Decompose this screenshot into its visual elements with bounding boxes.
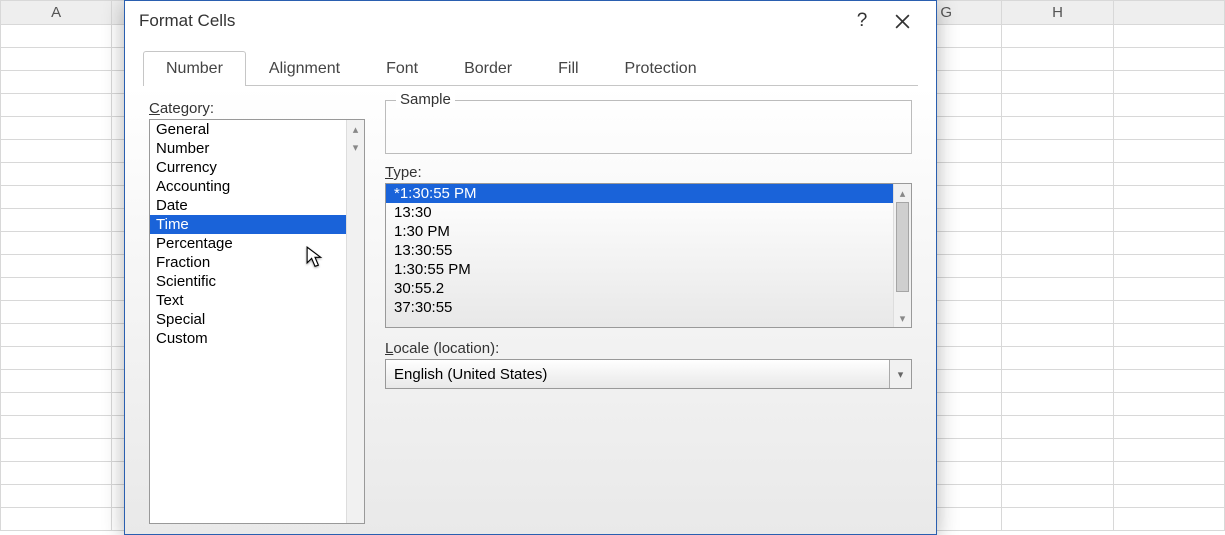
tab-protection[interactable]: Protection xyxy=(602,51,720,86)
dialog-titlebar[interactable]: Format Cells ? xyxy=(125,1,936,41)
type-item[interactable]: 1:30 PM xyxy=(386,222,893,241)
scroll-down-icon[interactable]: ▾ xyxy=(894,309,911,327)
close-icon[interactable] xyxy=(882,1,922,41)
category-item-accounting[interactable]: Accounting xyxy=(150,177,364,196)
scroll-up-icon[interactable]: ▴ xyxy=(894,184,911,202)
category-scrollbar[interactable]: ▴ ▾ xyxy=(346,120,364,523)
tab-number[interactable]: Number xyxy=(143,51,246,86)
scroll-up-icon[interactable]: ▴ xyxy=(347,120,364,138)
type-label: Type: xyxy=(385,164,912,181)
category-item-general[interactable]: General xyxy=(150,120,364,139)
type-item[interactable]: 1:30:55 PM xyxy=(386,260,893,279)
sample-box: Sample xyxy=(385,100,912,154)
right-panel: Sample Type: *1:30:55 PM 13:30 1:30 PM 1… xyxy=(385,100,912,524)
type-item[interactable]: *1:30:55 PM xyxy=(386,184,893,203)
type-item[interactable]: 37:30:55 xyxy=(386,298,893,317)
col-header[interactable]: A xyxy=(1,1,112,25)
col-header[interactable] xyxy=(1113,1,1224,25)
scroll-thumb[interactable] xyxy=(896,202,909,292)
category-item-percentage[interactable]: Percentage xyxy=(150,234,364,253)
chevron-down-icon[interactable]: ▾ xyxy=(889,360,911,388)
scroll-down-icon[interactable]: ▾ xyxy=(347,138,364,156)
tab-border[interactable]: Border xyxy=(441,51,535,86)
help-icon[interactable]: ? xyxy=(842,1,882,41)
category-item-date[interactable]: Date xyxy=(150,196,364,215)
type-item[interactable]: 13:30 xyxy=(386,203,893,222)
tab-font[interactable]: Font xyxy=(363,51,441,86)
category-panel: Category: General Number Currency Accoun… xyxy=(149,100,365,524)
dialog-content: Category: General Number Currency Accoun… xyxy=(125,86,936,534)
category-item-number[interactable]: Number xyxy=(150,139,364,158)
format-cells-dialog: Format Cells ? Number Alignment Font Bor… xyxy=(124,0,937,535)
locale-combobox[interactable]: English (United States) ▾ xyxy=(385,359,912,389)
type-item[interactable]: 30:55.2 xyxy=(386,279,893,298)
tab-fill[interactable]: Fill xyxy=(535,51,601,86)
dialog-title: Format Cells xyxy=(139,11,842,31)
category-label: Category: xyxy=(149,100,365,117)
locale-value: English (United States) xyxy=(386,366,889,383)
type-item[interactable]: 13:30:55 xyxy=(386,241,893,260)
locale-label: Locale (location): xyxy=(385,340,912,357)
type-scrollbar[interactable]: ▴ ▾ xyxy=(893,184,911,327)
tab-alignment[interactable]: Alignment xyxy=(246,51,363,86)
sample-label: Sample xyxy=(396,91,455,108)
category-item-currency[interactable]: Currency xyxy=(150,158,364,177)
category-item-text[interactable]: Text xyxy=(150,291,364,310)
category-item-special[interactable]: Special xyxy=(150,310,364,329)
category-item-custom[interactable]: Custom xyxy=(150,329,364,348)
category-item-scientific[interactable]: Scientific xyxy=(150,272,364,291)
category-item-time[interactable]: Time xyxy=(150,215,364,234)
col-header[interactable]: H xyxy=(1002,1,1113,25)
type-listbox[interactable]: *1:30:55 PM 13:30 1:30 PM 13:30:55 1:30:… xyxy=(385,183,912,328)
category-item-fraction[interactable]: Fraction xyxy=(150,253,364,272)
tab-strip: Number Alignment Font Border Fill Protec… xyxy=(143,51,918,86)
category-listbox[interactable]: General Number Currency Accounting Date … xyxy=(149,119,365,524)
